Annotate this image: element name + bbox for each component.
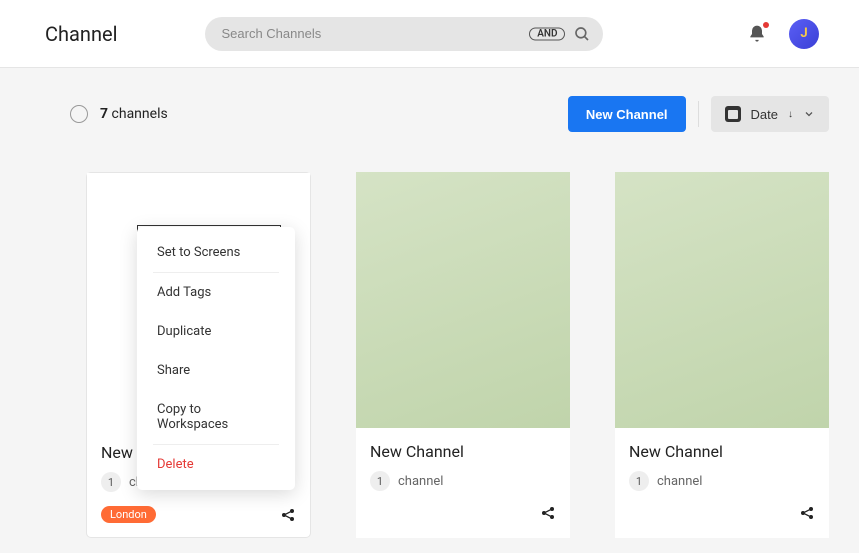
card-count: 1	[101, 472, 121, 492]
menu-share[interactable]: Share	[137, 351, 295, 390]
divider	[698, 101, 699, 127]
share-icon	[799, 505, 815, 521]
header: Channel AND J	[0, 0, 859, 68]
content: 7 channels New Channel Date ↓ New	[0, 68, 859, 538]
card-body: New Channel 1 channel	[615, 428, 829, 501]
chevron-down-icon	[803, 108, 815, 120]
card-title: New Channel	[370, 442, 556, 461]
channel-card[interactable]: New Channel 1 channel	[615, 172, 829, 538]
channel-card[interactable]: New 1 ch London Set to Screens Add Tags …	[86, 172, 311, 538]
share-icon	[280, 507, 296, 523]
toolbar-right: New Channel Date ↓	[568, 96, 829, 132]
card-meta-text: channel	[398, 474, 443, 489]
notifications-button[interactable]	[747, 24, 767, 44]
card-footer	[356, 501, 570, 535]
menu-copy-to-workspaces[interactable]: Copy to Workspaces	[137, 390, 295, 444]
card-meta-text: channel	[657, 474, 702, 489]
share-icon	[540, 505, 556, 521]
menu-set-to-screens[interactable]: Set to Screens	[137, 233, 295, 272]
search-container: AND	[205, 17, 603, 51]
select-all-checkbox[interactable]	[70, 105, 88, 123]
card-preview	[356, 172, 570, 428]
and-toggle-badge[interactable]: AND	[529, 27, 565, 40]
channel-card[interactable]: New Channel 1 channel	[356, 172, 570, 538]
new-channel-button[interactable]: New Channel	[568, 96, 686, 132]
card-footer	[615, 501, 829, 535]
card-body: New Channel 1 channel	[356, 428, 570, 501]
page-title: Channel	[45, 22, 117, 46]
card-count: 1	[629, 471, 649, 491]
context-menu: Set to Screens Add Tags Duplicate Share …	[137, 227, 295, 490]
sort-label: Date	[751, 107, 778, 122]
notification-dot-icon	[763, 22, 769, 28]
avatar[interactable]: J	[789, 19, 819, 49]
search-icon[interactable]	[573, 25, 591, 43]
card-title: New Channel	[629, 442, 815, 461]
share-button[interactable]	[799, 505, 815, 521]
menu-duplicate[interactable]: Duplicate	[137, 312, 295, 351]
sort-button[interactable]: Date ↓	[711, 96, 829, 132]
menu-add-tags[interactable]: Add Tags	[137, 273, 295, 312]
channel-count: 7 channels	[100, 106, 168, 122]
menu-delete[interactable]: Delete	[137, 445, 295, 484]
share-button[interactable]	[280, 507, 296, 523]
card-footer: London	[87, 502, 310, 537]
header-right: J	[747, 19, 819, 49]
avatar-initial: J	[800, 26, 807, 41]
share-button[interactable]	[540, 505, 556, 521]
toolbar: 7 channels New Channel Date ↓	[70, 96, 829, 132]
card-meta: 1 channel	[629, 471, 815, 491]
channel-grid: New 1 ch London Set to Screens Add Tags …	[86, 172, 829, 538]
card-count: 1	[370, 471, 390, 491]
tag-pill[interactable]: London	[101, 506, 156, 523]
card-meta: 1 channel	[370, 471, 556, 491]
calendar-icon	[725, 106, 741, 122]
sort-direction-icon: ↓	[788, 109, 793, 120]
card-preview	[615, 172, 829, 428]
